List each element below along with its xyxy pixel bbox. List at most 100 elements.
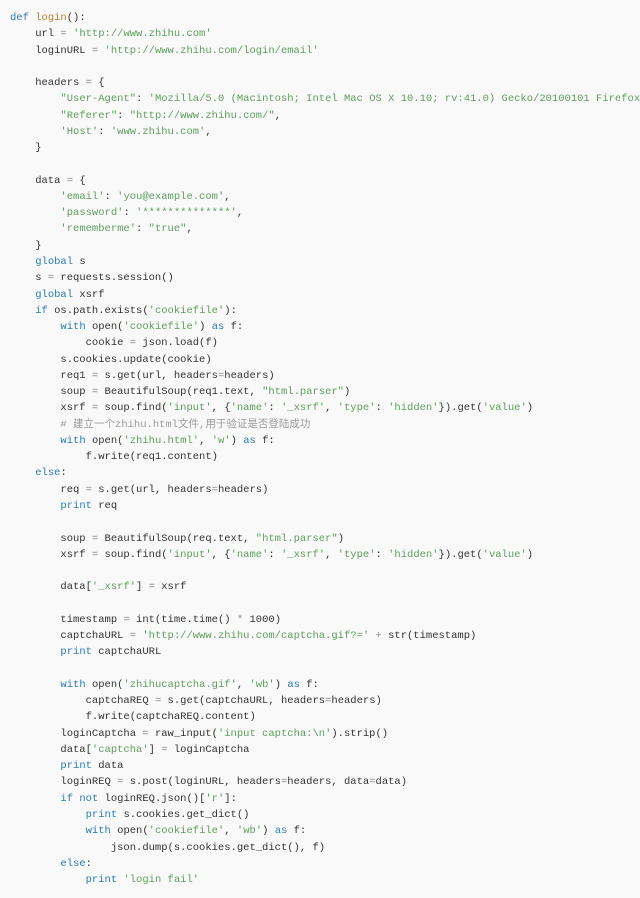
code-line: xsrf = soup.find('input', {'name': '_xsr… bbox=[10, 402, 533, 414]
code-token: , { bbox=[212, 402, 231, 414]
code-token bbox=[10, 207, 60, 219]
code-token: : bbox=[105, 191, 118, 203]
code-token: as bbox=[287, 679, 300, 691]
code-token: : bbox=[268, 549, 281, 561]
code-token: req bbox=[92, 500, 117, 512]
code-block: def login(): url = 'http://www.zhihu.com… bbox=[10, 10, 630, 888]
code-token: as bbox=[275, 825, 288, 837]
code-token: s.get(url, headers bbox=[98, 484, 211, 496]
code-token: os.path.exists( bbox=[48, 305, 149, 317]
code-token: open( bbox=[86, 435, 124, 447]
code-token: , bbox=[325, 402, 338, 414]
code-token: 'Host' bbox=[60, 126, 98, 138]
code-token bbox=[10, 793, 60, 805]
code-token: '_xsrf' bbox=[281, 549, 325, 561]
code-token: : bbox=[123, 207, 136, 219]
code-token: s.post(loginURL, headers bbox=[130, 776, 281, 788]
code-token: s bbox=[10, 272, 48, 284]
code-token: with bbox=[86, 825, 111, 837]
code-token: soup bbox=[10, 533, 92, 545]
code-token: ] bbox=[136, 581, 149, 593]
code-token: = bbox=[92, 549, 105, 561]
code-token: 'w' bbox=[212, 435, 231, 447]
code-token: timestamp bbox=[10, 614, 123, 626]
code-token: def bbox=[10, 12, 35, 24]
code-line: req1 = s.get(url, headers=headers) bbox=[10, 370, 275, 382]
code-token: captchaREQ bbox=[10, 695, 155, 707]
code-line: } bbox=[10, 240, 42, 252]
code-token: headers, data bbox=[287, 776, 369, 788]
code-token: = bbox=[155, 695, 168, 707]
code-token: ).strip() bbox=[331, 728, 388, 740]
code-token: = bbox=[92, 386, 105, 398]
code-token: , { bbox=[212, 549, 231, 561]
code-token: BeautifulSoup(req.text, bbox=[105, 533, 256, 545]
code-line: print captchaURL bbox=[10, 646, 161, 658]
code-token: : bbox=[268, 402, 281, 414]
code-token: if bbox=[60, 793, 73, 805]
code-token: , bbox=[199, 435, 212, 447]
code-token: global bbox=[35, 289, 73, 301]
code-token: = bbox=[142, 728, 155, 740]
code-token: = bbox=[92, 533, 105, 545]
code-token: = bbox=[130, 630, 143, 642]
code-token: 'Mozilla/5.0 (Macintosh; Intel Mac OS X … bbox=[149, 93, 640, 105]
code-token: ) bbox=[344, 386, 350, 398]
code-token: str(timestamp) bbox=[388, 630, 476, 642]
code-token: 'zhihucaptcha.gif' bbox=[123, 679, 236, 691]
code-token bbox=[10, 93, 60, 105]
code-token: global bbox=[35, 256, 73, 268]
code-token bbox=[10, 467, 35, 479]
code-token: ) bbox=[231, 435, 244, 447]
code-token: data) bbox=[376, 776, 408, 788]
code-token bbox=[10, 126, 60, 138]
code-token bbox=[10, 110, 60, 122]
code-line: soup = BeautifulSoup(req.text, "html.par… bbox=[10, 533, 344, 545]
code-token: , bbox=[237, 679, 250, 691]
code-token: = bbox=[92, 402, 105, 414]
code-token: '_xsrf' bbox=[92, 581, 136, 593]
code-token: : bbox=[376, 549, 389, 561]
code-token: loginCaptcha bbox=[174, 744, 250, 756]
code-token: headers) bbox=[218, 484, 268, 496]
code-line: print s.cookies.get_dict() bbox=[10, 809, 249, 821]
code-token: s.get(url, headers bbox=[105, 370, 218, 382]
code-token: = bbox=[67, 175, 80, 187]
code-token: 'captcha' bbox=[92, 744, 149, 756]
code-token: open( bbox=[86, 321, 124, 333]
code-line: print req bbox=[10, 500, 117, 512]
code-token: : bbox=[86, 858, 92, 870]
code-token: 'type' bbox=[338, 402, 376, 414]
code-token: } bbox=[10, 142, 42, 154]
code-line: loginCaptcha = raw_input('input captcha:… bbox=[10, 728, 388, 740]
code-token: with bbox=[60, 435, 85, 447]
code-token: 'wb' bbox=[249, 679, 274, 691]
code-token: "http://www.zhihu.com/" bbox=[130, 110, 275, 122]
code-token: '_xsrf' bbox=[281, 402, 325, 414]
code-token: : bbox=[376, 402, 389, 414]
code-line: captchaURL = 'http://www.zhihu.com/captc… bbox=[10, 630, 476, 642]
code-token: "html.parser" bbox=[262, 386, 344, 398]
code-line: url = 'http://www.zhihu.com' bbox=[10, 28, 212, 40]
code-token: req bbox=[10, 484, 86, 496]
code-line: } bbox=[10, 142, 42, 154]
code-token: print bbox=[60, 760, 92, 772]
code-token: f.write(req1.content) bbox=[10, 451, 218, 463]
code-token: 'wb' bbox=[237, 825, 262, 837]
code-token: "Referer" bbox=[60, 110, 117, 122]
code-token: = bbox=[60, 28, 73, 40]
code-token: headers) bbox=[224, 370, 274, 382]
code-token: soup.find( bbox=[105, 402, 168, 414]
code-token: ]: bbox=[224, 793, 237, 805]
code-token: url bbox=[10, 28, 60, 40]
code-line: data['_xsrf'] = xsrf bbox=[10, 581, 186, 593]
code-token: ] bbox=[149, 744, 162, 756]
code-token: "html.parser" bbox=[256, 533, 338, 545]
code-token: = bbox=[92, 370, 105, 382]
code-token: = bbox=[86, 484, 99, 496]
code-line: s.cookies.update(cookie) bbox=[10, 354, 212, 366]
code-token: login bbox=[35, 12, 67, 24]
code-token: as bbox=[212, 321, 225, 333]
code-token: s bbox=[73, 256, 86, 268]
code-line: req = s.get(url, headers=headers) bbox=[10, 484, 268, 496]
